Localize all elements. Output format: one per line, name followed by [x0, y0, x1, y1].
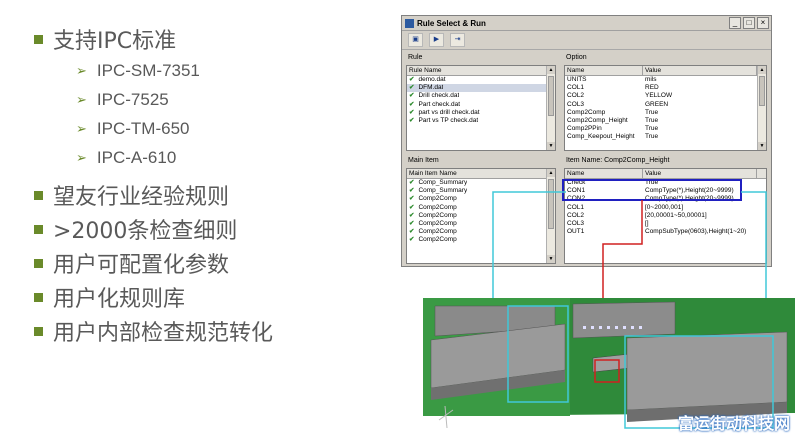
highlight-box — [562, 179, 742, 201]
watermark: 富运街动科技网 — [677, 414, 790, 433]
cyan-callout-left — [492, 191, 566, 305]
